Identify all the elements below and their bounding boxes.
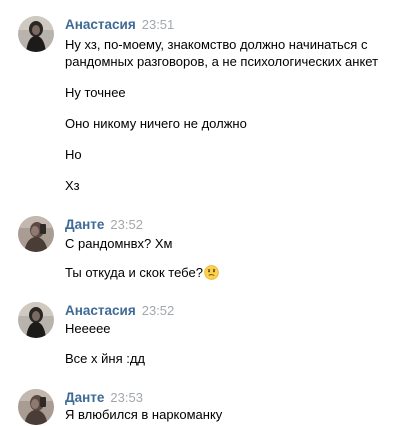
avatar-dante-image <box>18 216 54 252</box>
author-name[interactable]: Анастасия <box>65 303 136 318</box>
timestamp[interactable]: 23:53 <box>110 390 143 405</box>
author-name[interactable]: Анастасия <box>65 17 136 32</box>
message-header: Данте 23:52 <box>65 216 143 234</box>
message-group: Данте 23:52 С рандомнвх? Хм Ты откуда и с… <box>18 216 416 286</box>
message-text: рандомных разговоров, а не психологическ… <box>65 54 379 69</box>
message-text: Я влюбился в наркоманку <box>65 407 223 422</box>
author-name[interactable]: Данте <box>65 217 104 232</box>
author-name[interactable]: Данте <box>65 390 104 405</box>
avatar-dante-image <box>18 389 54 425</box>
message-text: Ты откуда и скок тебе? <box>65 265 203 280</box>
message-group: Данте 23:53 Я влюбился в наркоманку <box>18 389 416 425</box>
confused-face-emoji-icon <box>204 265 219 280</box>
message-text: Все х йня :дд <box>65 351 145 366</box>
message-group: Анастасия 23:52 Неееее Все х йня :дд <box>18 302 416 367</box>
message-text: Хз <box>65 178 80 193</box>
timestamp[interactable]: 23:52 <box>110 217 143 232</box>
avatar-anastasia[interactable] <box>18 16 54 52</box>
avatar-anastasia-image <box>18 302 54 338</box>
message-header: Анастасия 23:52 <box>65 302 174 320</box>
avatar-anastasia[interactable] <box>18 302 54 338</box>
message-text: Но <box>65 147 82 162</box>
message-text: Ну хз, по-моему, знакомство должно начин… <box>65 37 368 52</box>
message-text: Оно никому ничего не должно <box>65 116 247 131</box>
message-text: Неееее <box>65 321 111 336</box>
avatar-dante[interactable] <box>18 389 54 425</box>
avatar-anastasia-image <box>18 16 54 52</box>
message-header: Анастасия 23:51 <box>65 16 174 34</box>
message-text: С рандомнвх? Хм <box>65 236 173 251</box>
timestamp[interactable]: 23:52 <box>142 303 175 318</box>
avatar-dante[interactable] <box>18 216 54 252</box>
message-group: Анастасия 23:51 Ну хз, по-моему, знакомст… <box>18 16 416 201</box>
message-text: Ну точнее <box>65 85 126 100</box>
timestamp[interactable]: 23:51 <box>142 17 175 32</box>
message-text-with-emoji: Ты откуда и скок тебе? <box>65 264 219 281</box>
message-header: Данте 23:53 <box>65 389 143 407</box>
